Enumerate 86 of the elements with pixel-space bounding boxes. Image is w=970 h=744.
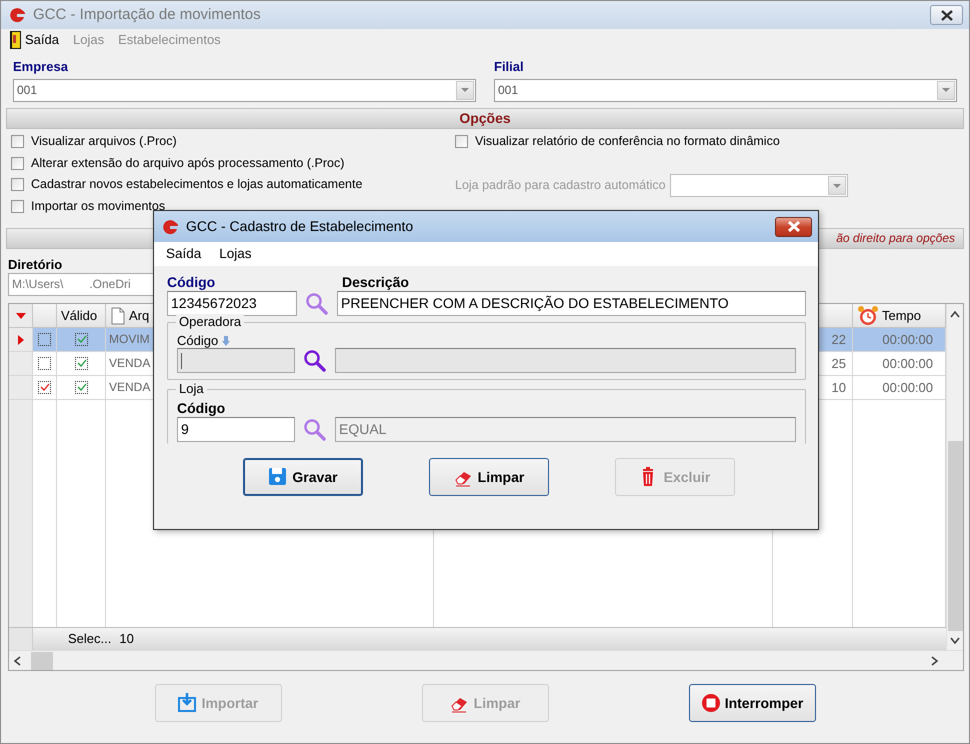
dropdown-arrow-icon — [832, 182, 842, 189]
branch-dropdown[interactable]: 001 — [494, 78, 957, 102]
group-title: Operadora — [176, 314, 244, 330]
sort-arrow-icon[interactable] — [14, 312, 26, 320]
close-button[interactable] — [930, 5, 963, 25]
field-label: Diretório — [8, 256, 64, 272]
table-cell: MOVIM — [109, 332, 150, 347]
checkbox[interactable]: Alterar extensão do arquivo após processamento (.Proc) — [11, 154, 455, 173]
stop-button[interactable]: Interromper — [688, 684, 816, 722]
hint-text: ão direito para opções — [836, 230, 955, 246]
stop-icon — [700, 693, 721, 714]
checkbox[interactable] — [38, 357, 51, 370]
alarm-clock-icon — [857, 304, 879, 327]
scroll-up-icon[interactable] — [950, 310, 960, 318]
vertical-scrollbar[interactable] — [946, 304, 963, 650]
section-header: Opções — [6, 108, 964, 129]
checkbox[interactable] — [38, 381, 51, 394]
company-dropdown[interactable]: 001 — [13, 78, 476, 102]
group-title: Loja — [176, 381, 207, 397]
scroll-left-icon[interactable] — [13, 656, 23, 666]
table-cell: 10 — [832, 380, 846, 396]
check-icon — [39, 382, 50, 394]
field-label: Código — [177, 400, 226, 416]
table-cell: 00:00:00 — [882, 380, 933, 396]
checkbox[interactable] — [74, 333, 88, 346]
table-cell: 00:00:00 — [882, 332, 933, 348]
menu-item[interactable]: Saída — [9, 30, 59, 50]
code-field[interactable]: 12345672023 — [167, 290, 297, 316]
field-label: Empresa — [13, 59, 69, 75]
checkbox[interactable]: Visualizar relatório de conferência no formato dinâmico — [455, 132, 848, 152]
footer-label: Selec... — [68, 631, 112, 647]
checkbox[interactable]: Cadastrar novos estabelecimentos e lojas automaticamente — [11, 176, 455, 194]
row-header-cell — [9, 628, 33, 650]
document-icon — [111, 306, 125, 325]
column-header[interactable] — [9, 304, 33, 328]
check-icon — [76, 334, 86, 346]
dropdown-button[interactable] — [828, 176, 846, 196]
download-icon — [178, 693, 198, 714]
search-icon[interactable] — [305, 292, 329, 316]
checkbox[interactable] — [38, 333, 51, 346]
name-field: EQUAL — [335, 417, 796, 442]
check-icon — [76, 358, 86, 370]
field-label: Código — [167, 274, 216, 291]
horizontal-scrollbar[interactable] — [9, 650, 963, 670]
close-icon — [938, 8, 954, 22]
table-cell: VENDA — [109, 356, 150, 371]
dropdown-button[interactable] — [456, 80, 474, 100]
row-pointer-icon — [16, 334, 24, 346]
door-icon — [9, 30, 22, 50]
dropdown-button[interactable] — [937, 80, 955, 100]
window-title: GCC - Cadastro de Estabelecimento — [186, 218, 414, 235]
table-cell: 00:00:00 — [882, 356, 933, 372]
dropdown-arrow-icon — [460, 87, 470, 94]
close-icon — [786, 220, 802, 233]
footer-count: 10 — [119, 631, 134, 647]
table-cell: 25 — [832, 356, 846, 372]
code-field[interactable]: 9 — [177, 417, 295, 442]
menu-item[interactable]: Lojas — [219, 246, 252, 262]
column-header[interactable]: Arq — [129, 308, 150, 324]
clear-button[interactable]: Limpar — [429, 458, 549, 496]
scroll-down-icon[interactable] — [950, 636, 960, 644]
scroll-right-icon[interactable] — [929, 656, 939, 666]
field-label: Loja padrão para cadastro automático — [455, 178, 666, 194]
down-arrow-icon — [222, 336, 230, 346]
description-field[interactable]: PREENCHER COM A DESCRIÇÃO DO ESTABELECIMENTO — [337, 290, 806, 316]
dropdown-arrow-icon — [941, 87, 951, 94]
table-cell: 22 — [832, 332, 846, 348]
checkbox[interactable]: Importar os movimentos — [11, 197, 455, 216]
save-button[interactable]: Gravar — [243, 458, 363, 496]
window-title: GCC - Importação de movimentos — [33, 6, 261, 24]
search-icon[interactable] — [303, 348, 327, 373]
scrollbar-thumb[interactable] — [948, 441, 962, 632]
checkbox[interactable] — [74, 357, 88, 370]
menu-item[interactable]: Saída — [166, 246, 202, 262]
checkbox[interactable] — [74, 381, 88, 394]
field-label: Código — [177, 332, 218, 348]
logo-icon — [7, 5, 27, 25]
field-label: Descrição — [342, 274, 410, 291]
table-cell: VENDA — [109, 380, 150, 395]
scrollbar-thumb[interactable] — [31, 652, 53, 670]
close-button[interactable] — [775, 216, 812, 236]
name-field[interactable] — [335, 348, 796, 374]
search-icon[interactable] — [303, 418, 327, 442]
checkbox[interactable]: Visualizar arquivos (.Proc) — [11, 132, 455, 152]
check-icon — [76, 382, 86, 394]
field-label: Filial — [494, 59, 525, 75]
